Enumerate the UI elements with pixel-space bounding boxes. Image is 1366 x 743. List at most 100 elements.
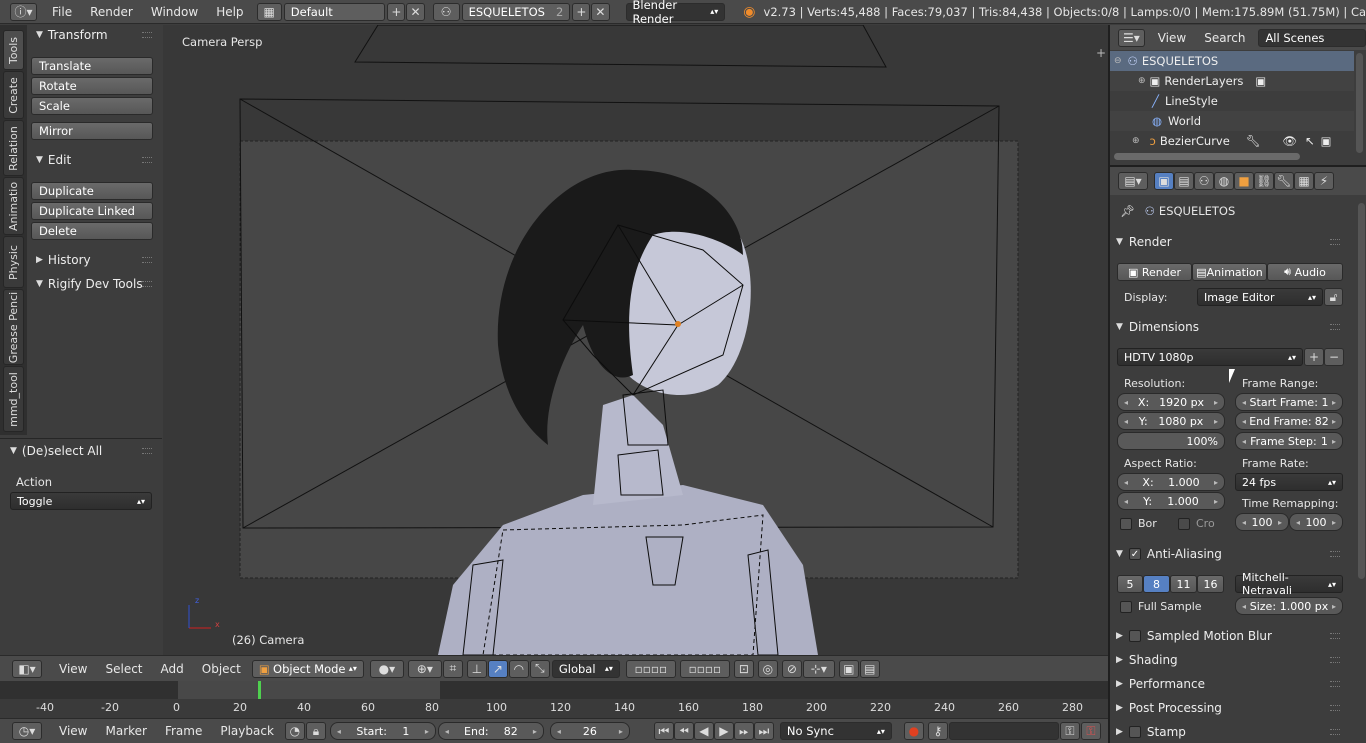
tab-tools[interactable]: Tools <box>3 30 24 70</box>
operator-panel-header[interactable]: ▼ (De)select All <box>4 441 156 461</box>
tab-create[interactable]: Create <box>3 71 24 119</box>
world-tab-icon[interactable]: ◍ <box>1214 172 1234 190</box>
antialiasing-check-icon[interactable]: ✓ <box>1128 548 1141 560</box>
animation-button[interactable]: ▤ Animation <box>1192 263 1267 281</box>
opengl-render-icon[interactable]: ▣ <box>838 659 859 678</box>
drag-grip-icon[interactable] <box>1330 729 1340 735</box>
tab-relation[interactable]: Relation <box>3 120 24 176</box>
render-layers-tab-icon[interactable]: ▤ <box>1174 172 1194 190</box>
drag-grip-icon[interactable] <box>142 448 152 454</box>
remove-preset-icon[interactable]: − <box>1324 348 1344 366</box>
scale-button[interactable]: Scale <box>31 97 153 115</box>
manipulator-toggle-icon[interactable]: ⊥ <box>466 659 487 678</box>
play-reverse-icon[interactable]: ◀ <box>693 722 714 740</box>
snap-icon[interactable]: ⊘ <box>781 659 802 678</box>
outliner-row-scene[interactable]: ⊖ ⚇ ESQUELETOS <box>1110 51 1354 71</box>
render-engine-select[interactable]: Blender Render ▴▾ <box>625 0 726 26</box>
aa-samples-8[interactable]: 8 <box>1143 575 1170 593</box>
aa-samples-16[interactable]: 16 <box>1197 575 1224 593</box>
menu-object[interactable]: Object <box>193 662 250 676</box>
selectable-cursor-icon[interactable]: ↖ <box>1305 134 1315 148</box>
outliner-row-world[interactable]: ◍ World <box>1110 111 1354 131</box>
outliner-row-renderlayers[interactable]: ⊕ ▣ RenderLayers ▣ <box>1110 71 1354 91</box>
render-button[interactable]: ▣ Render <box>1117 263 1192 281</box>
tab-grease-pencil[interactable]: Grease Penci <box>3 289 24 365</box>
drag-grip-icon[interactable] <box>142 32 152 38</box>
aspect-x-field[interactable]: ◂ X: 1.000 ▸ <box>1117 473 1225 491</box>
stamp-check-icon[interactable] <box>1128 726 1141 738</box>
drag-grip-icon[interactable] <box>142 281 152 287</box>
modifier-wrench-icon[interactable]: 🔧︎ <box>1246 134 1261 148</box>
jump-end-icon[interactable]: ⏭︎ <box>753 722 774 740</box>
scene-icon[interactable]: ⚇ <box>432 2 460 21</box>
play-icon[interactable]: ▶ <box>713 722 734 740</box>
duplicate-button[interactable]: Duplicate <box>31 182 153 200</box>
resolution-x-field[interactable]: ◂ X: 1920 px ▸ <box>1117 393 1225 411</box>
remap-new-field[interactable]: ◂ 100 ▸ <box>1289 513 1343 531</box>
renderable-camera-icon[interactable]: ▣ <box>1321 134 1332 148</box>
delete-button[interactable]: Delete <box>31 222 153 240</box>
remove-layout-icon[interactable]: ✕ <box>406 2 425 21</box>
dimensions-panel-header[interactable]: ▼ Dimensions <box>1116 317 1344 337</box>
menu-outliner-view[interactable]: View <box>1149 31 1195 45</box>
panel-transform-header[interactable]: ▼ Transform <box>30 25 156 45</box>
drag-grip-icon[interactable] <box>142 157 152 163</box>
outliner-row-beziercurve[interactable]: ⊕ ↄ BezierCurve 🔧︎ 👁︎ ↖ ▣ <box>1110 131 1354 151</box>
screen-layout-field[interactable]: Default <box>283 2 386 21</box>
aa-size-field[interactable]: ◂ Size: 1.000 px ▸ <box>1235 597 1343 615</box>
add-preset-icon[interactable]: + <box>1304 348 1324 366</box>
tab-mmd-tool[interactable]: mmd_tool <box>3 366 24 432</box>
visibility-eye-icon[interactable]: 👁︎ <box>1282 134 1297 148</box>
remap-old-field[interactable]: ◂ 100 ▸ <box>1235 513 1289 531</box>
current-frame-marker[interactable] <box>258 681 261 699</box>
drag-grip-icon[interactable] <box>1330 657 1340 663</box>
editor-type-3d-icon[interactable]: ◧▾ <box>12 659 42 678</box>
physics-tab-icon[interactable]: ⚡︎ <box>1314 172 1334 190</box>
insert-keyframe-icon[interactable]: ⚿ <box>1059 722 1080 740</box>
motion-blur-check-icon[interactable] <box>1128 630 1141 642</box>
lock-interface-icon[interactable]: 🔓︎ <box>1324 288 1343 306</box>
add-scene-icon[interactable]: + <box>572 2 591 21</box>
record-icon[interactable]: ● <box>903 722 924 740</box>
start-frame-prop-field[interactable]: ◂ Start Frame: 1 ▸ <box>1235 393 1343 411</box>
menu-view[interactable]: View <box>50 662 96 676</box>
menu-help[interactable]: Help <box>207 5 252 19</box>
menu-outliner-search[interactable]: Search <box>1195 31 1254 45</box>
resolution-y-field[interactable]: ◂ Y: 1080 px ▸ <box>1117 412 1225 430</box>
aa-samples-5[interactable]: 5 <box>1117 575 1143 593</box>
drag-grip-icon[interactable] <box>142 257 152 263</box>
outliner-h-scrollbar[interactable] <box>1114 153 1300 160</box>
scale-manipulator-icon[interactable]: ⤡ <box>529 659 550 678</box>
menu-marker[interactable]: Marker <box>96 724 155 738</box>
mirror-button[interactable]: Mirror <box>31 122 153 140</box>
panel-edit-header[interactable]: ▼ Edit <box>30 150 156 170</box>
render-panel-header[interactable]: ▼ Render <box>1116 232 1344 252</box>
viewport-shading-icon[interactable]: ●▾ <box>369 659 404 678</box>
end-frame-prop-field[interactable]: ◂ End Frame: 82 ▸ <box>1235 412 1343 430</box>
stamp-panel[interactable]: ▶ Stamp <box>1116 722 1344 742</box>
editor-type-info-icon[interactable]: ⓘ▾ <box>10 2 38 21</box>
border-checkbox[interactable]: Bor <box>1120 517 1157 530</box>
render-preset-select[interactable]: HDTV 1080p ▴▾ <box>1117 348 1303 366</box>
tab-animation[interactable]: Animatio <box>3 177 24 235</box>
display-select[interactable]: Image Editor ▴▾ <box>1197 288 1323 306</box>
scene-layers-icon[interactable]: ▫▫▫▫ <box>625 659 676 678</box>
aspect-y-field[interactable]: ◂ Y: 1.000 ▸ <box>1117 492 1225 510</box>
rotate-manipulator-icon[interactable]: ◠ <box>508 659 529 678</box>
add-layout-icon[interactable]: + <box>387 2 406 21</box>
menu-window[interactable]: Window <box>142 5 207 19</box>
performance-panel[interactable]: ▶ Performance <box>1116 674 1344 694</box>
full-sample-checkbox[interactable]: Full Sample <box>1120 600 1202 613</box>
modifiers-tab-icon[interactable]: 🔧︎ <box>1274 172 1294 190</box>
duplicate-linked-button[interactable]: Duplicate Linked <box>31 202 153 220</box>
menu-add[interactable]: Add <box>152 662 193 676</box>
drag-grip-icon[interactable] <box>1330 239 1340 245</box>
end-frame-field[interactable]: ◂ End: 82 ▸ <box>437 722 544 740</box>
pivot-point-icon[interactable]: ⊕▾ <box>407 659 442 678</box>
sync-select[interactable]: No Sync ▴▾ <box>779 722 892 740</box>
resolution-percent-field[interactable]: 100% <box>1117 432 1225 450</box>
drag-grip-icon[interactable] <box>1330 633 1340 639</box>
lock-layers-icon[interactable]: ⊡ <box>733 659 754 678</box>
texture-tab-icon[interactable]: ▦ <box>1294 172 1314 190</box>
outliner-display-mode[interactable]: All Scenes <box>1258 28 1366 47</box>
